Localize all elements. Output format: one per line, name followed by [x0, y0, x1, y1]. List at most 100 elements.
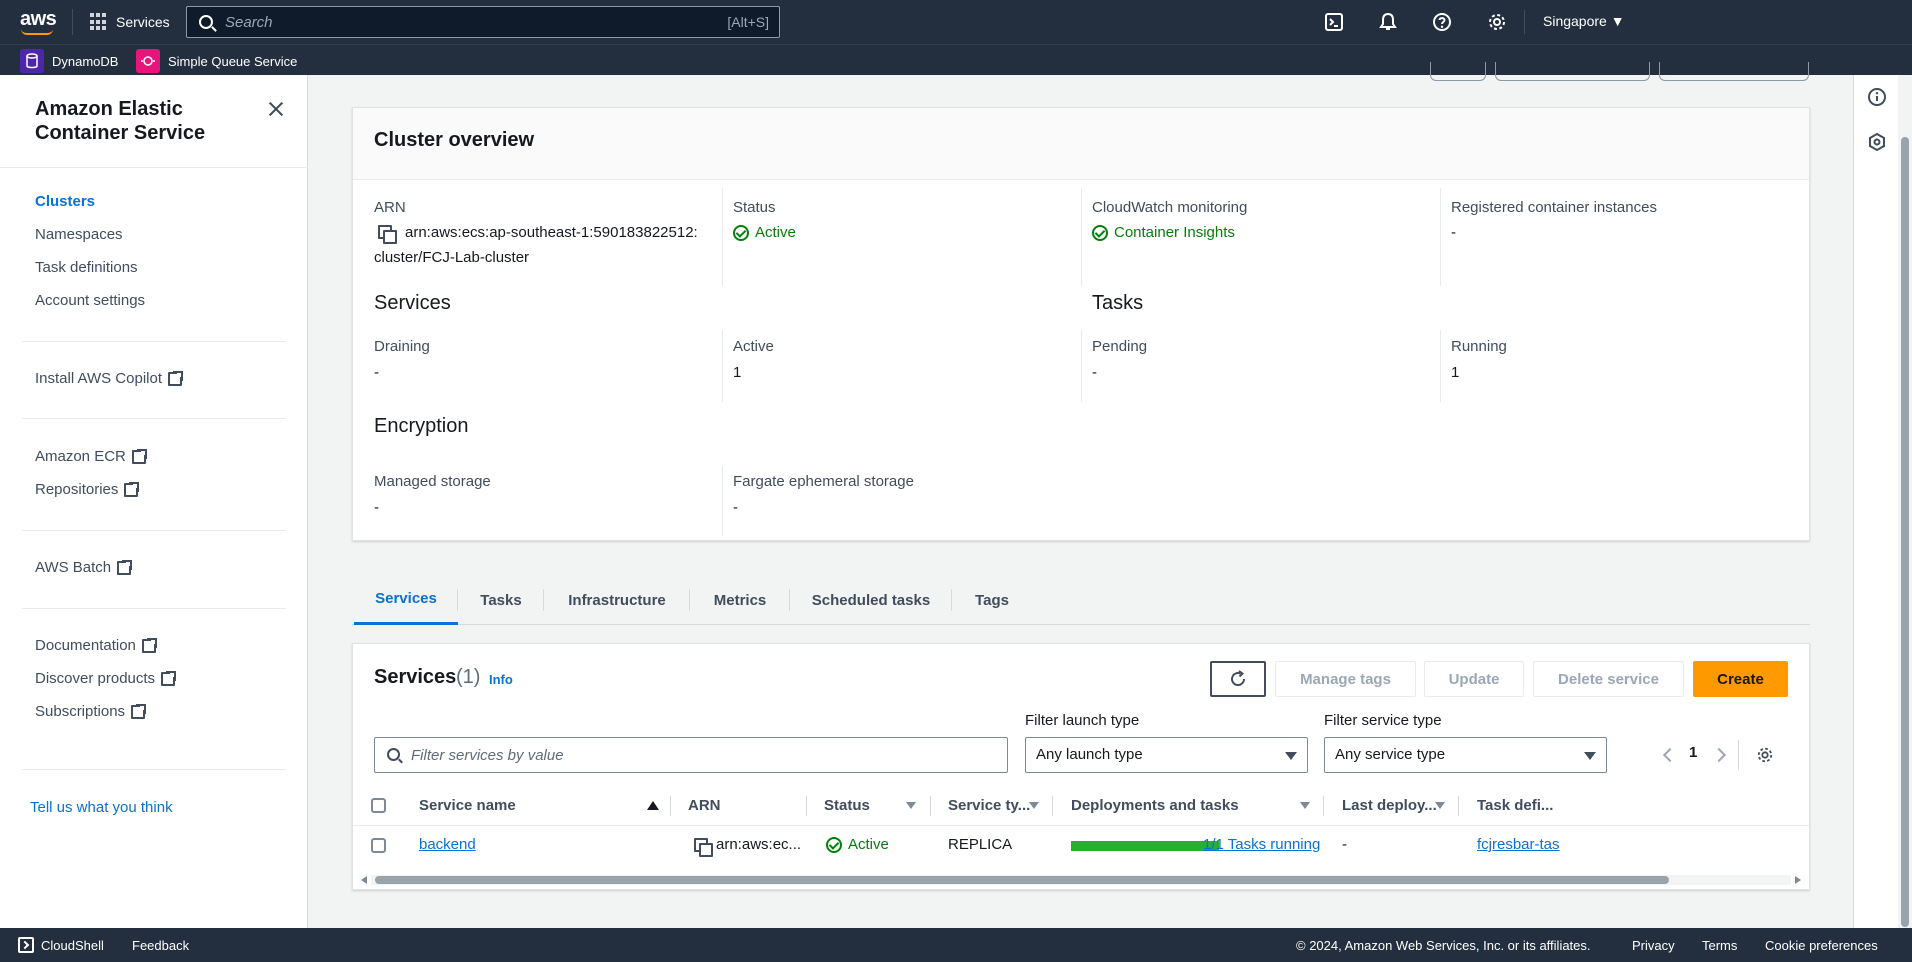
- filter-services-input[interactable]: [411, 744, 971, 766]
- tab-tasks[interactable]: Tasks: [458, 575, 544, 625]
- tab-metrics[interactable]: Metrics: [690, 575, 790, 625]
- sidebar-item-amazon-ecr[interactable]: Amazon ECR: [35, 447, 148, 465]
- caret-down-icon: [1584, 752, 1596, 760]
- sidebar-item-namespaces[interactable]: Namespaces: [35, 226, 123, 243]
- column-deployments[interactable]: Deployments and tasks: [1071, 797, 1239, 814]
- update-button[interactable]: Update: [1424, 661, 1524, 697]
- region-selector[interactable]: Singapore ▼: [1543, 13, 1625, 29]
- gear-icon[interactable]: [1486, 11, 1508, 33]
- filter-services-field[interactable]: [374, 737, 1008, 773]
- column-resizer[interactable]: [806, 796, 807, 816]
- sort-icon[interactable]: [1300, 802, 1310, 809]
- service-name-link[interactable]: backend: [419, 836, 476, 853]
- arn-value: arn:aws:ecs:ap-southeast-1:590183822512:: [405, 224, 698, 241]
- container-insights-badge: Container Insights: [1092, 224, 1235, 241]
- global-search[interactable]: [Alt+S]: [186, 6, 780, 38]
- sort-icon[interactable]: [1029, 802, 1039, 809]
- sort-icon[interactable]: [906, 802, 916, 809]
- pending-label: Pending: [1092, 338, 1148, 355]
- bell-icon[interactable]: [1377, 11, 1399, 33]
- copy-icon[interactable]: [694, 838, 713, 857]
- resources-icon[interactable]: [1867, 132, 1887, 152]
- refresh-button[interactable]: [1210, 661, 1266, 697]
- favorite-sqs[interactable]: Simple Queue Service: [136, 49, 297, 73]
- column-resizer[interactable]: [1323, 796, 1324, 816]
- close-icon[interactable]: [264, 97, 288, 121]
- tab-services[interactable]: Services: [354, 575, 458, 625]
- header-button[interactable]: [1659, 62, 1809, 81]
- card-header: Cluster overview: [353, 108, 1809, 180]
- column-service-name[interactable]: Service name: [419, 797, 516, 814]
- column-resizer[interactable]: [1458, 796, 1459, 816]
- last-deployment-value: -: [1342, 836, 1347, 853]
- scroll-right-icon[interactable]: [1795, 876, 1801, 884]
- column-status[interactable]: Status: [824, 797, 870, 814]
- search-input[interactable]: [225, 9, 665, 35]
- create-button[interactable]: Create: [1693, 661, 1788, 697]
- sidebar-item-label: Discover products: [35, 670, 156, 687]
- aws-smile-icon: [21, 29, 53, 35]
- cookie-preferences-link[interactable]: Cookie preferences: [1765, 938, 1878, 953]
- sidebar-item-clusters[interactable]: Clusters: [35, 193, 95, 210]
- privacy-link[interactable]: Privacy: [1632, 938, 1675, 953]
- next-page-icon[interactable]: [1711, 747, 1727, 763]
- copy-icon[interactable]: [378, 225, 397, 244]
- terms-link[interactable]: Terms: [1702, 938, 1737, 953]
- scrollbar-thumb[interactable]: [375, 876, 1669, 884]
- column-resizer[interactable]: [670, 796, 671, 816]
- sort-ascending-icon[interactable]: [647, 801, 659, 810]
- page-number[interactable]: 1: [1689, 744, 1697, 761]
- status-value: Active: [848, 836, 889, 853]
- dynamodb-icon: [20, 49, 44, 73]
- column-divider: [722, 466, 723, 536]
- sidebar-item-documentation[interactable]: Documentation: [35, 636, 158, 654]
- launch-type-select[interactable]: Any launch type: [1025, 737, 1308, 773]
- sort-icon[interactable]: [1435, 802, 1445, 809]
- select-all-checkbox[interactable]: [371, 798, 386, 813]
- column-resizer[interactable]: [930, 796, 931, 816]
- external-link-icon: [161, 669, 178, 686]
- sidebar-item-install-copilot[interactable]: Install AWS Copilot: [35, 369, 184, 387]
- tab-tags[interactable]: Tags: [952, 575, 1032, 625]
- column-task-definition[interactable]: Task defi...: [1477, 797, 1553, 814]
- feedback-link[interactable]: Tell us what you think: [30, 799, 173, 816]
- column-resizer[interactable]: [1052, 796, 1053, 816]
- filter-launch-label: Filter launch type: [1025, 712, 1140, 729]
- info-icon[interactable]: [1867, 87, 1887, 107]
- manage-tags-button[interactable]: Manage tags: [1275, 661, 1416, 697]
- service-type-select[interactable]: Any service type: [1324, 737, 1607, 773]
- column-arn[interactable]: ARN: [688, 797, 721, 814]
- tab-infrastructure[interactable]: Infrastructure: [544, 575, 690, 625]
- previous-page-icon[interactable]: [1662, 747, 1678, 763]
- sidebar-item-task-definitions[interactable]: Task definitions: [35, 259, 138, 276]
- help-icon[interactable]: [1431, 11, 1453, 33]
- feedback-button[interactable]: Feedback: [132, 938, 189, 953]
- tab-scheduled-tasks[interactable]: Scheduled tasks: [790, 575, 952, 625]
- top-navigation: aws Services [Alt+S] Singapore ▼: [0, 0, 1912, 44]
- services-menu-button[interactable]: Services: [90, 10, 170, 34]
- sidebar-item-discover-products[interactable]: Discover products: [35, 669, 178, 687]
- delete-service-button[interactable]: Delete service: [1533, 661, 1684, 697]
- table-settings-icon[interactable]: [1756, 746, 1774, 764]
- row-checkbox[interactable]: [371, 838, 386, 853]
- info-link[interactable]: Info: [489, 672, 513, 687]
- cloudshell-icon[interactable]: [1323, 11, 1345, 33]
- scrollbar-thumb[interactable]: [1901, 137, 1909, 927]
- cloudshell-button[interactable]: CloudShell: [41, 938, 104, 953]
- scroll-left-icon[interactable]: [361, 876, 367, 884]
- header-button[interactable]: [1495, 62, 1650, 81]
- aws-logo[interactable]: aws: [20, 8, 57, 35]
- sidebar-item-repositories[interactable]: Repositories: [35, 480, 141, 498]
- page-scrollbar[interactable]: [1898, 75, 1912, 928]
- task-definition-link[interactable]: fcjresbar-tas: [1477, 836, 1560, 853]
- sidebar-item-subscriptions[interactable]: Subscriptions: [35, 702, 148, 720]
- favorite-dynamodb[interactable]: DynamoDB: [20, 49, 118, 73]
- sidebar-item-account-settings[interactable]: Account settings: [35, 292, 145, 309]
- sidebar-item-aws-batch[interactable]: AWS Batch: [35, 558, 134, 576]
- header-button[interactable]: [1430, 62, 1486, 81]
- table-horizontal-scrollbar[interactable]: [361, 875, 1801, 885]
- tasks-running-link[interactable]: 1/1 Tasks running: [1203, 836, 1320, 853]
- encryption-section-title: Encryption: [374, 415, 469, 437]
- column-last-deployment[interactable]: Last deploy...: [1342, 797, 1437, 814]
- column-service-type[interactable]: Service ty...: [948, 797, 1030, 814]
